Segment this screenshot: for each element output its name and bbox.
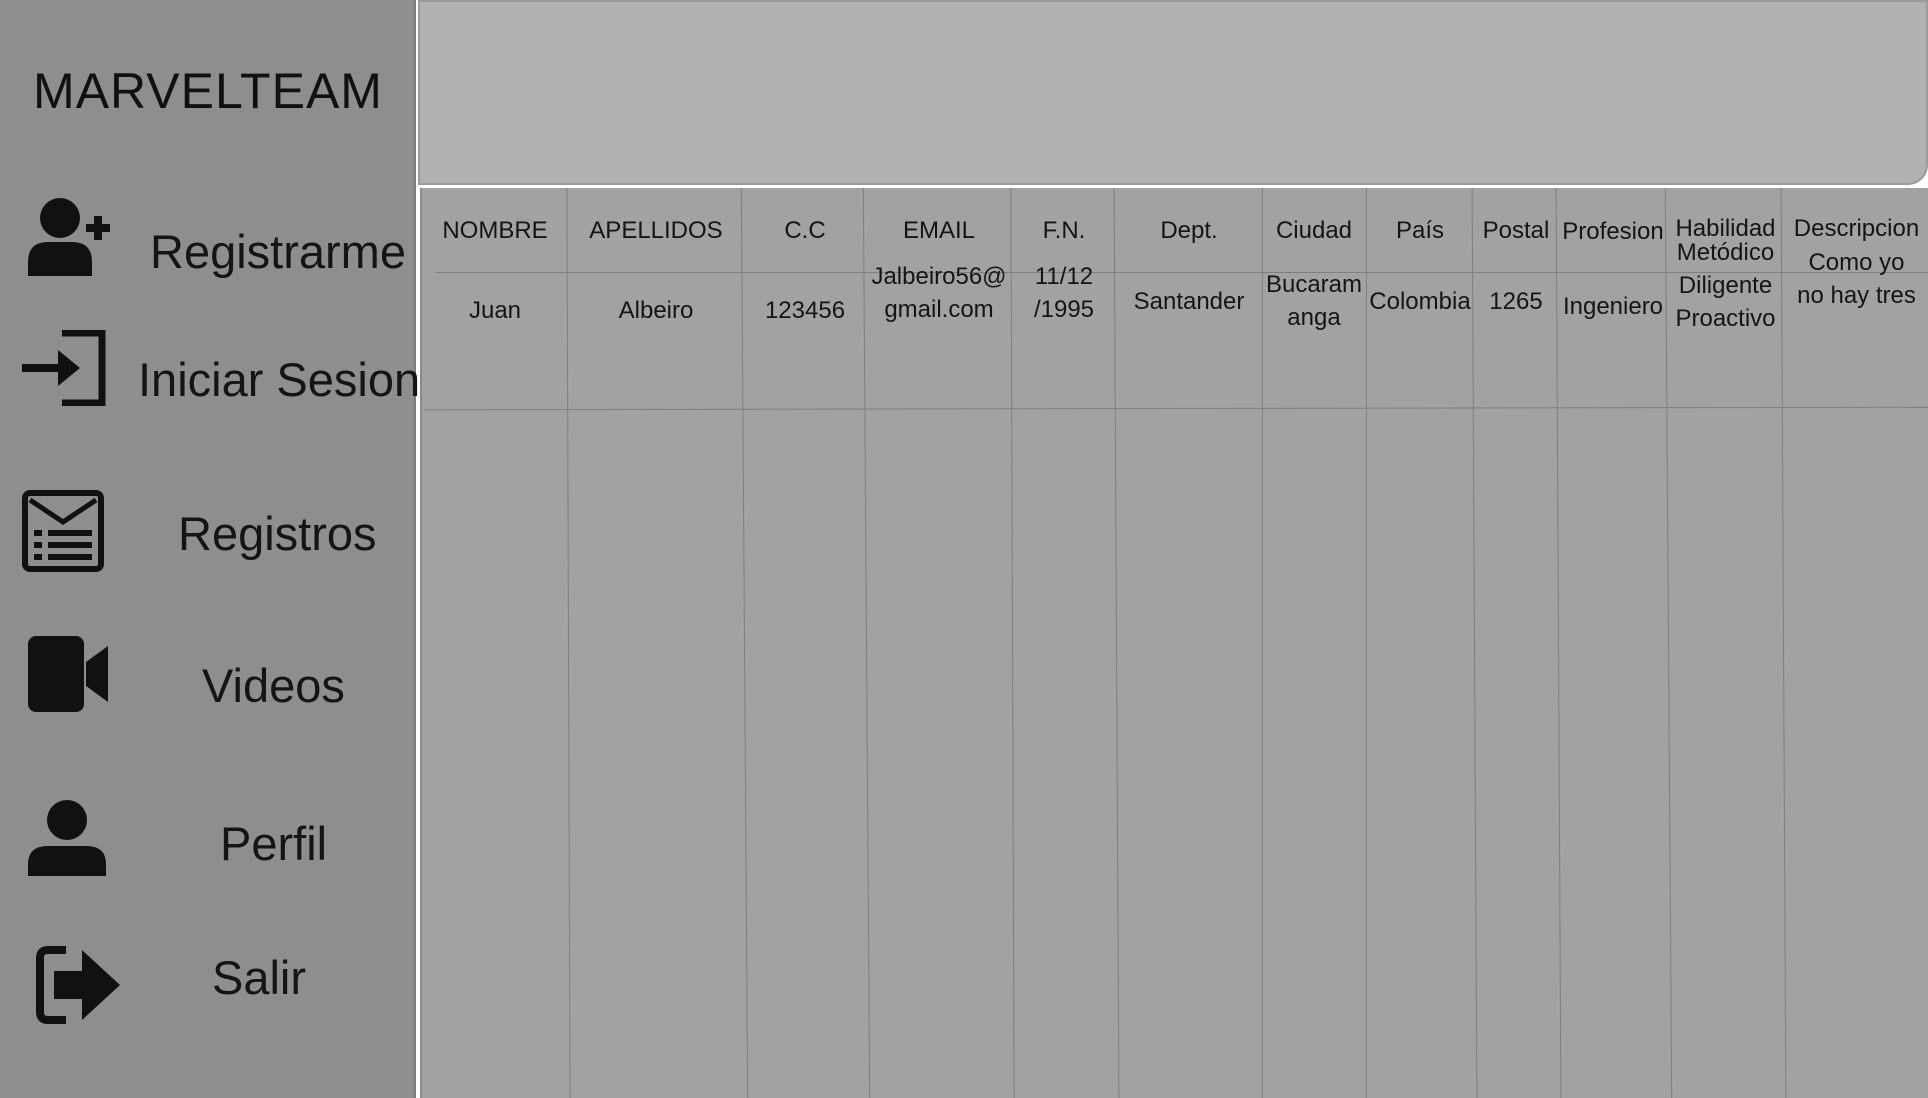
brand-title: MARVELTEAM [33, 63, 383, 119]
column-header-cc[interactable]: C.C [744, 214, 866, 247]
sidebar-item-perfil[interactable]: Perfil [0, 790, 416, 900]
column-header-nombre[interactable]: NOMBRE [422, 214, 568, 247]
column-header-dept[interactable]: Dept. [1116, 214, 1262, 247]
sign-in-icon [22, 330, 106, 406]
column-header-ciudad[interactable]: Ciudad [1262, 214, 1366, 247]
sidebar: MARVELTEAM Registrarme Iniciar Sesion Re… [0, 0, 420, 1098]
sidebar-item-label: Iniciar Sesion [138, 353, 421, 406]
column-header-postal[interactable]: Postal [1474, 214, 1558, 247]
sidebar-item-salir[interactable]: Salir [0, 930, 416, 1040]
column-divider [1366, 188, 1367, 1098]
table-cell-fn: 11/12 /1995 [1033, 263, 1095, 323]
column-header-pais[interactable]: País [1366, 214, 1474, 247]
row-divider [424, 406, 1928, 411]
table-cell-cc: 123456 [764, 297, 846, 324]
sidebar-item-label: Registros [178, 507, 377, 560]
sidebar-item-label: Registrarme [150, 225, 406, 278]
column-header-descripcion[interactable]: Descripcion [1783, 212, 1928, 245]
table-cell-ciudad: Bucaram anga [1265, 271, 1363, 331]
sidebar-item-label: Perfil [220, 817, 328, 870]
list-document-icon [22, 490, 104, 572]
table-cell-pais: Colombia [1369, 288, 1471, 315]
records-table: NOMBRE APELLIDOS C.C EMAIL F.N. Dept. Ci… [420, 188, 1928, 1098]
sidebar-item-label: Salir [212, 951, 307, 1004]
user-plus-icon [26, 196, 110, 278]
column-divider [1555, 188, 1562, 1098]
table-cell-postal: 1265 [1489, 288, 1543, 315]
column-header-apellidos[interactable]: APELLIDOS [568, 214, 744, 247]
table-cell-habilidad: Metódico Diligente Proactivo [1675, 239, 1776, 332]
user-icon [26, 800, 108, 878]
table-cell-email: Jalbeiro56@ gmail.com [871, 263, 1007, 323]
sidebar-item-registros[interactable]: Registros [0, 480, 416, 590]
sign-out-icon [36, 946, 120, 1024]
table-cell-profesion: Ingeniero [1562, 293, 1664, 320]
column-header-profesion[interactable]: Profesion [1558, 215, 1668, 248]
column-divider [1471, 188, 1478, 1098]
sidebar-item-label: Videos [202, 659, 345, 712]
sidebar-item-registrarme[interactable]: Registrarme [0, 180, 416, 290]
column-header-email[interactable]: EMAIL [866, 214, 1012, 247]
table-cell-dept: Santander [1133, 288, 1245, 315]
sidebar-item-videos[interactable]: Videos [0, 630, 416, 740]
video-camera-icon [28, 636, 110, 712]
column-header-fn[interactable]: F.N. [1012, 214, 1116, 247]
sidebar-item-iniciar-sesion[interactable]: Iniciar Sesion [0, 310, 420, 420]
top-header-bar [418, 0, 1928, 185]
table-cell-descripcion: Como yo no hay tres [1797, 249, 1916, 309]
table-cell-apellidos: Albeiro [618, 297, 694, 324]
table-cell-nombre: Juan [468, 297, 522, 324]
